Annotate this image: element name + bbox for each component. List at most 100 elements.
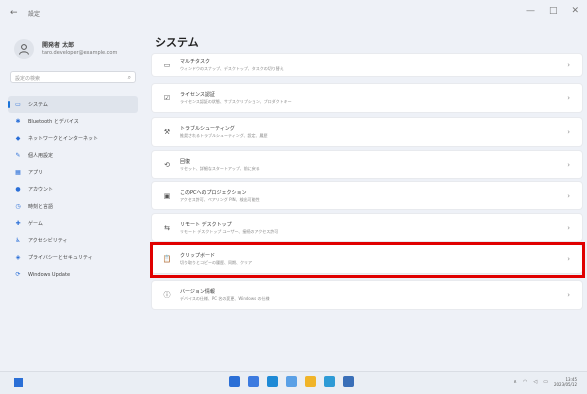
chevron-up-icon[interactable]: ∧ — [513, 379, 517, 385]
avatar — [14, 39, 34, 59]
settings-card[interactable]: 📋 クリップボード 切り取りとコピーの履歴、同期、クリア › — [152, 245, 582, 273]
sidebar-item[interactable]: ◈ プライバシーとセキュリティ — [8, 249, 138, 266]
maximize-button[interactable]: □ — [549, 6, 558, 16]
search-icon[interactable] — [229, 376, 240, 387]
card-subtitle: リセット、詳細なスタートアップ、前に戻る — [180, 165, 260, 171]
widgets-icon[interactable] — [267, 376, 278, 387]
card-subtitle: 推奨されるトラブルシューティング、設定、履歴 — [180, 133, 268, 138]
chevron-right-icon: › — [567, 128, 570, 136]
explorer-icon[interactable] — [286, 376, 297, 387]
search-input[interactable]: 設定の検索 ⌕ — [10, 71, 136, 83]
taskbar-apps — [229, 376, 354, 387]
settings-icon[interactable] — [343, 376, 354, 387]
card-title: マルチタスク — [180, 59, 211, 65]
sidebar-item-label: 時刻と言語 — [28, 204, 54, 210]
sidebar-item-label: アプリ — [28, 170, 44, 176]
sidebar-item[interactable]: ✚ ゲーム — [8, 215, 138, 232]
sidebar-item[interactable]: ✎ 個人用設定 — [8, 147, 138, 164]
game-icon: ✚ — [15, 220, 21, 227]
chevron-right-icon: › — [567, 223, 570, 232]
settings-card[interactable]: ☑ ライセンス認証 ライセンス認証の状態、サブスクリプション、プロダクトキー › — [152, 84, 582, 112]
card-title: ライセンス認証 — [180, 92, 215, 98]
wifi-icon[interactable]: ◠ — [523, 379, 527, 385]
card-title: 回復 — [180, 158, 191, 165]
clock-globe-icon: ◷ — [15, 203, 21, 210]
sidebar-item[interactable]: ◆ ネットワークとインターネット — [8, 130, 138, 147]
chevron-right-icon: › — [567, 291, 570, 299]
clock-date: 2023/05/12 — [553, 382, 577, 387]
bluetooth-icon: ✱ — [15, 118, 21, 125]
back-arrow-icon[interactable]: ← — [10, 8, 18, 18]
brush-icon: ✎ — [15, 152, 21, 159]
settings-card[interactable]: ⚒ トラブルシューティング 推奨されるトラブルシューティング、設定、履歴 › — [152, 118, 582, 146]
battery-icon[interactable]: ▭ — [543, 379, 548, 385]
troubleshoot-icon: ⚒ — [163, 128, 171, 136]
card-title: トラブルシューティング — [180, 126, 235, 132]
page-title: システム — [155, 36, 199, 49]
chevron-right-icon: › — [567, 255, 570, 263]
windows-start-icon[interactable] — [14, 378, 23, 387]
task-view-icon[interactable] — [248, 376, 259, 387]
update-icon: ⟳ — [15, 271, 21, 278]
sidebar-item[interactable]: ✱ Bluetooth とデバイス — [8, 113, 138, 130]
card-title: このPCへのプロジェクション — [180, 189, 247, 196]
remote-desktop-icon: ⇆ — [164, 223, 170, 232]
projection-icon: ▣ — [163, 191, 171, 200]
activation-icon: ☑ — [163, 94, 171, 102]
sidebar-item-label: Windows Update — [28, 271, 71, 278]
sidebar-item-label: システム — [28, 102, 48, 108]
sidebar-item-label: 個人用設定 — [28, 153, 54, 159]
system-tray: ∧ ◠ ◁ ▭ 13:45 2023/05/12 — [513, 377, 577, 387]
settings-card[interactable]: ⇆ リモート デスクトップ リモート デスクトップ ユーザー、接続のアクセス許可 › — [152, 214, 582, 241]
chevron-right-icon: › — [567, 61, 570, 69]
sidebar-item[interactable]: ♿ アクセシビリティ — [8, 232, 138, 249]
card-subtitle: アクセス許可、ペアリング PIN、検出可能性 — [180, 196, 260, 202]
account-icon: ● — [15, 186, 21, 193]
sidebar-item-label: Bluetooth とデバイス — [28, 119, 79, 125]
edge-icon[interactable] — [305, 376, 316, 387]
card-title: バージョン情報 — [180, 289, 215, 295]
search-icon: ⌕ — [127, 74, 131, 81]
settings-card[interactable]: ▭ マルチタスク ウィンドウのスナップ、デスクトップ、タスクの切り替え › — [152, 54, 582, 76]
card-subtitle: ウィンドウのスナップ、デスクトップ、タスクの切り替え — [180, 66, 284, 71]
store-icon[interactable] — [324, 376, 335, 387]
card-subtitle: ライセンス認証の状態、サブスクリプション、プロダクトキー — [180, 99, 292, 104]
profile-email: taro.developer@example.com — [42, 50, 118, 56]
settings-card[interactable]: ⓘ バージョン情報 デバイスの仕様、PC 名の変更、Windows の仕様 › — [152, 281, 582, 309]
chevron-right-icon: › — [567, 160, 570, 169]
settings-card[interactable]: ▣ このPCへのプロジェクション アクセス許可、ペアリング PIN、検出可能性 › — [152, 182, 582, 209]
card-title: リモート デスクトップ — [180, 221, 232, 228]
card-title: クリップボード — [180, 253, 216, 259]
volume-icon[interactable]: ◁ — [533, 379, 537, 385]
clock[interactable]: 13:45 2023/05/12 — [554, 377, 577, 387]
recovery-icon: ⟲ — [164, 160, 170, 169]
sidebar-item-label: アクセシビリティ — [28, 238, 68, 244]
shield-icon: ◈ — [15, 254, 21, 261]
sidebar-nav: ▭ システム ✱ Bluetooth とデバイス ◆ ネットワークとインターネット ✎ 個人用… — [8, 96, 138, 283]
profile-name: 開発者 太郎 — [42, 42, 75, 49]
minimize-button[interactable]: — — [526, 6, 535, 16]
user-icon — [19, 44, 29, 55]
clipboard-icon: 📋 — [162, 255, 172, 263]
sidebar-item[interactable]: ⟳ Windows Update — [8, 266, 138, 283]
title-bar: ← 設定 — □ ✕ — [0, 0, 587, 26]
taskbar: ∧ ◠ ◁ ▭ 13:45 2023/05/12 — [0, 371, 587, 394]
settings-card[interactable]: ⟲ 回復 リセット、詳細なスタートアップ、前に戻る › — [152, 151, 582, 178]
window-controls: — □ ✕ — [526, 6, 579, 16]
chevron-right-icon: › — [567, 94, 570, 102]
apps-icon: ▦ — [15, 169, 21, 176]
sidebar-item-label: ネットワークとインターネット — [28, 136, 99, 142]
storage-icon: ▭ — [163, 61, 171, 69]
user-profile[interactable]: 開発者 太郎 taro.developer@example.com — [14, 36, 144, 64]
card-subtitle: 切り取りとコピーの履歴、同期、クリア — [180, 260, 252, 265]
sidebar-item[interactable]: ▭ システム — [8, 96, 138, 113]
monitor-icon: ▭ — [15, 101, 21, 108]
card-subtitle: デバイスの仕様、PC 名の変更、Windows の仕様 — [180, 296, 270, 301]
sidebar-item[interactable]: ◷ 時刻と言語 — [8, 198, 138, 215]
close-button[interactable]: ✕ — [571, 6, 579, 16]
sidebar-item-label: ゲーム — [28, 221, 43, 227]
sidebar-item[interactable]: ● アカウント — [8, 181, 138, 198]
accessibility-icon: ♿ — [15, 237, 21, 244]
sidebar-item[interactable]: ▦ アプリ — [8, 164, 138, 181]
card-subtitle: リモート デスクトップ ユーザー、接続のアクセス許可 — [180, 228, 279, 234]
